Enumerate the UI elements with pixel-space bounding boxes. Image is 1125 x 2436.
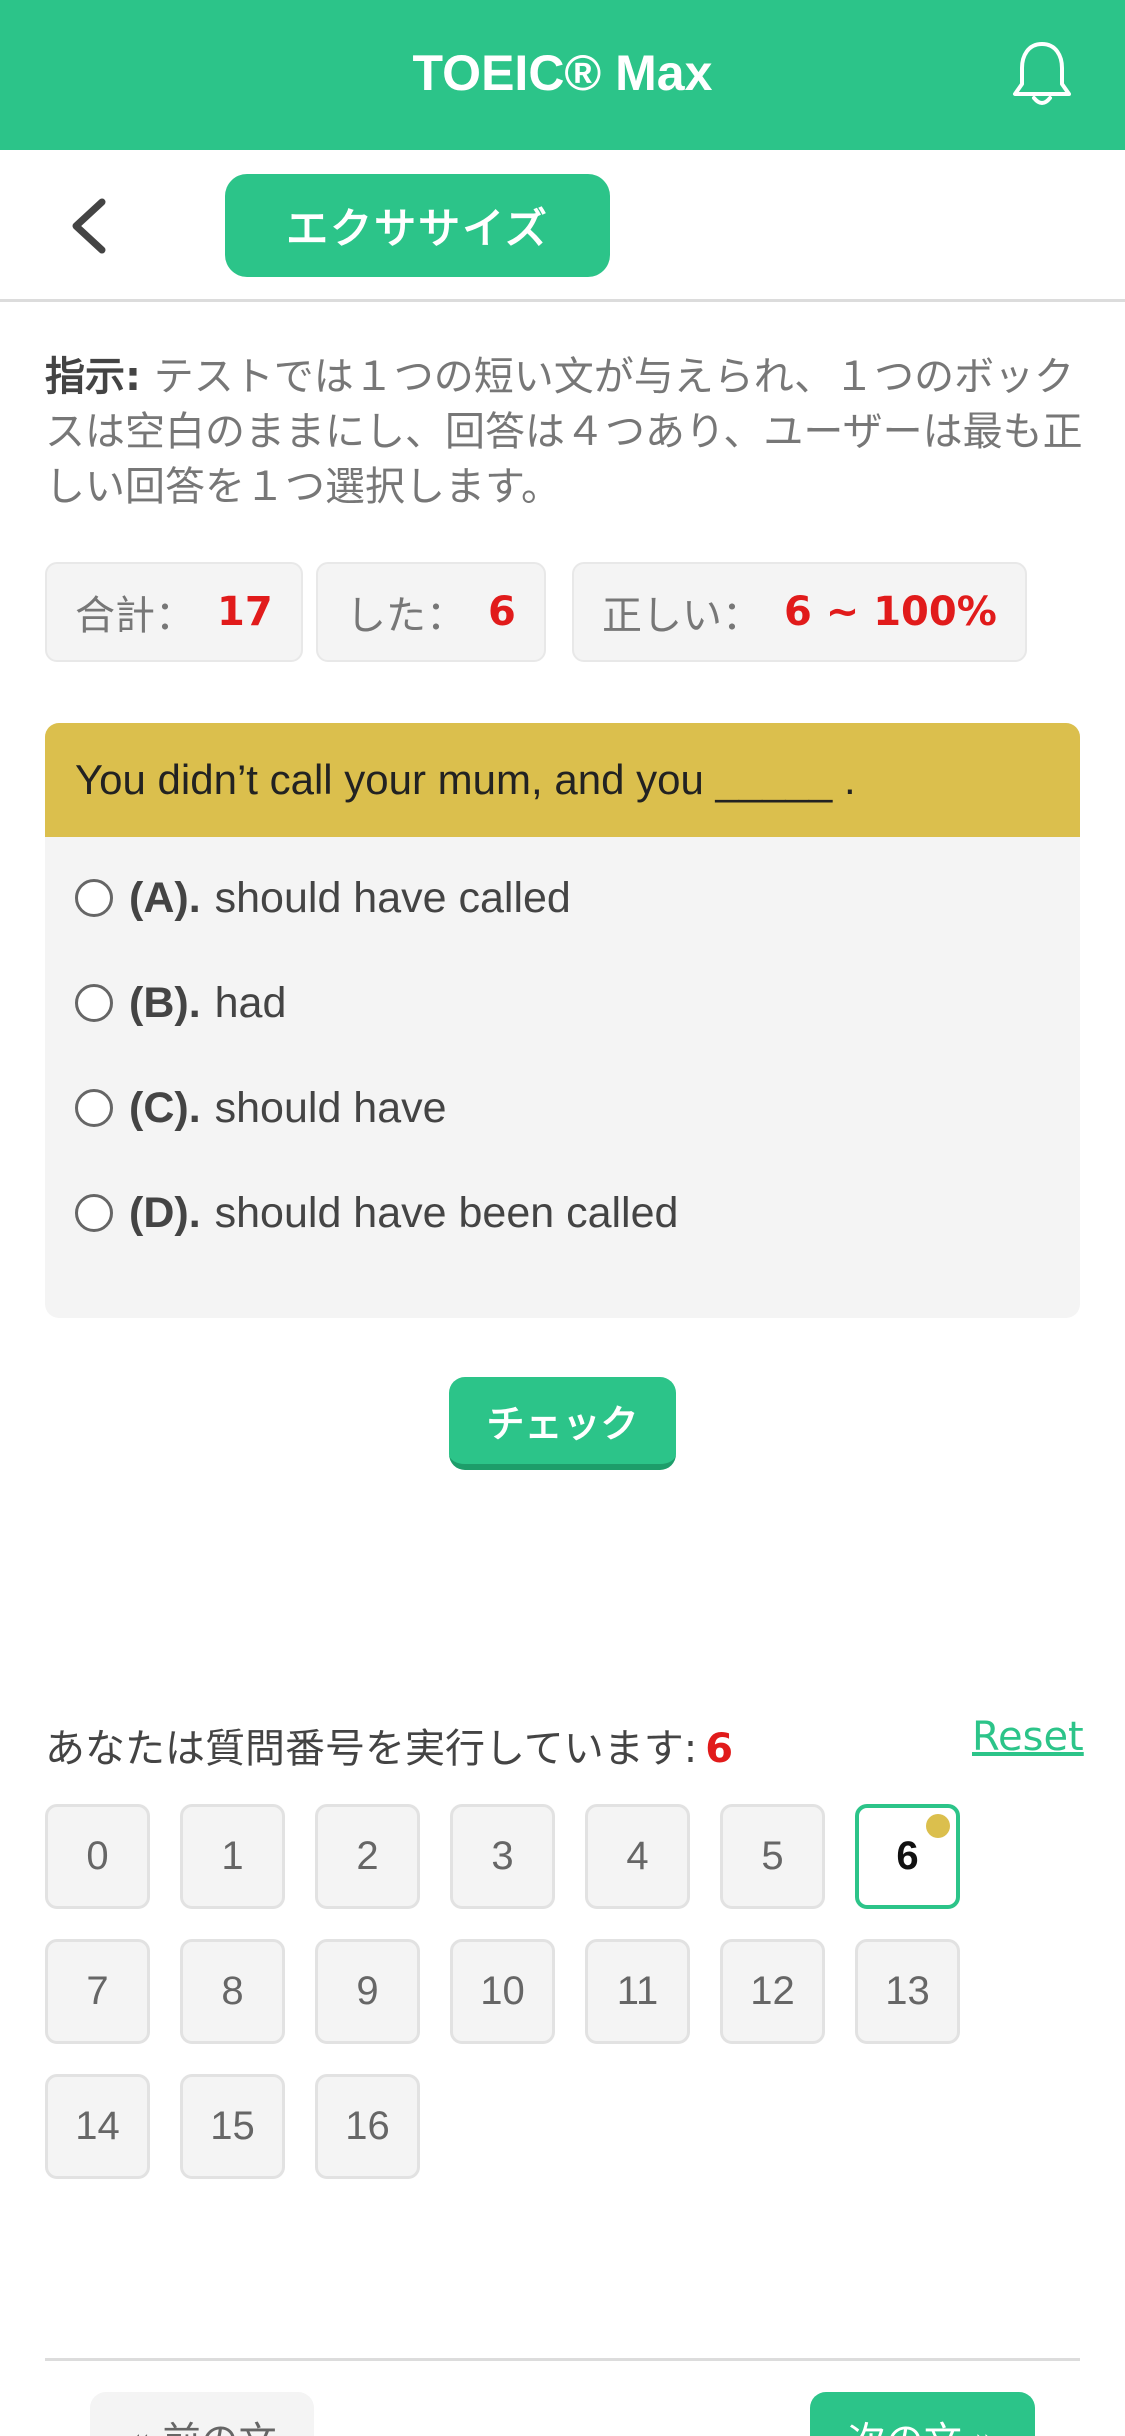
total-value: 17: [217, 589, 273, 635]
done-label: した：: [346, 593, 466, 639]
question-card: You didn’t call your mum, and you _____ …: [45, 723, 1080, 1318]
question-number-4[interactable]: 4: [585, 1804, 690, 1909]
app-bar: TOEIC® Max: [0, 0, 1125, 150]
current-indicator-dot: [926, 1814, 950, 1838]
running-label: あなたは質問番号を実行しています:: [45, 1726, 698, 1772]
question-number-8[interactable]: 8: [180, 1939, 285, 2044]
question-number-6-label: 6: [896, 1834, 919, 1878]
option-a-text: should have called: [214, 873, 571, 922]
question-number-5[interactable]: 5: [720, 1804, 825, 1909]
question-text: You didn’t call your mum, and you _____ …: [45, 723, 1080, 837]
option-c-text: should have: [214, 1083, 447, 1132]
current-question-number: 6: [705, 1726, 734, 1772]
radio-b[interactable]: [75, 984, 113, 1022]
question-number-1[interactable]: 1: [180, 1804, 285, 1909]
radio-a[interactable]: [75, 879, 113, 917]
correct-value: 6 ~ 100%: [784, 589, 997, 635]
question-number-14[interactable]: 14: [45, 2074, 150, 2179]
question-number-10[interactable]: 10: [450, 1939, 555, 2044]
total-stat: 合計： 17: [45, 562, 303, 662]
option-d[interactable]: (D). should have been called: [75, 1183, 678, 1243]
correct-label: 正しい：: [602, 593, 762, 639]
question-number-3[interactable]: 3: [450, 1804, 555, 1909]
bell-icon[interactable]: [1010, 38, 1074, 110]
question-number-13[interactable]: 13: [855, 1939, 960, 2044]
question-number-9[interactable]: 9: [315, 1939, 420, 2044]
question-number-11[interactable]: 11: [585, 1939, 690, 2044]
option-d-label: (D).: [129, 1188, 201, 1237]
radio-c[interactable]: [75, 1089, 113, 1127]
option-b-label: (B).: [129, 978, 201, 1027]
instructions: 指示: テストでは１つの短い文が与えられ、１つのボックスは空白のままにし、回答は…: [45, 350, 1085, 515]
app-title: TOEIC® Max: [412, 45, 713, 101]
question-number-12[interactable]: 12: [720, 1939, 825, 2044]
done-value: 6: [488, 589, 516, 635]
option-d-text: should have been called: [214, 1188, 679, 1237]
check-button[interactable]: チェック: [449, 1377, 676, 1470]
total-label: 合計：: [75, 593, 195, 639]
correct-stat: 正しい： 6 ~ 100%: [572, 562, 1027, 662]
instructions-text: テストでは１つの短い文が与えられ、１つのボックスは空白のままにし、回答は４つあり…: [45, 354, 1083, 510]
question-number-7[interactable]: 7: [45, 1939, 150, 2044]
option-b-text: had: [214, 978, 287, 1027]
option-b[interactable]: (B). had: [75, 973, 286, 1033]
reset-link[interactable]: Reset: [972, 1714, 1084, 1760]
prev-question-button[interactable]: « 前の文: [90, 2392, 314, 2436]
question-number-16[interactable]: 16: [315, 2074, 420, 2179]
option-c[interactable]: (C). should have: [75, 1078, 447, 1138]
question-number-6-current[interactable]: 6: [855, 1804, 960, 1909]
sub-header: エクササイズ: [0, 150, 1125, 302]
question-number-0[interactable]: 0: [45, 1804, 150, 1909]
question-number-2[interactable]: 2: [315, 1804, 420, 1909]
chevron-left-icon[interactable]: [62, 196, 122, 256]
instructions-label: 指示:: [45, 354, 141, 400]
divider: [45, 2358, 1080, 2361]
next-question-button[interactable]: 次の文 »: [810, 2392, 1035, 2436]
question-number-15[interactable]: 15: [180, 2074, 285, 2179]
running-status: あなたは質問番号を実行しています: 6: [45, 1716, 733, 1774]
exercise-tab[interactable]: エクササイズ: [225, 174, 610, 277]
option-a-label: (A).: [129, 873, 201, 922]
option-a[interactable]: (A). should have called: [75, 868, 571, 928]
radio-d[interactable]: [75, 1194, 113, 1232]
done-stat: した： 6: [316, 562, 546, 662]
option-c-label: (C).: [129, 1083, 201, 1132]
